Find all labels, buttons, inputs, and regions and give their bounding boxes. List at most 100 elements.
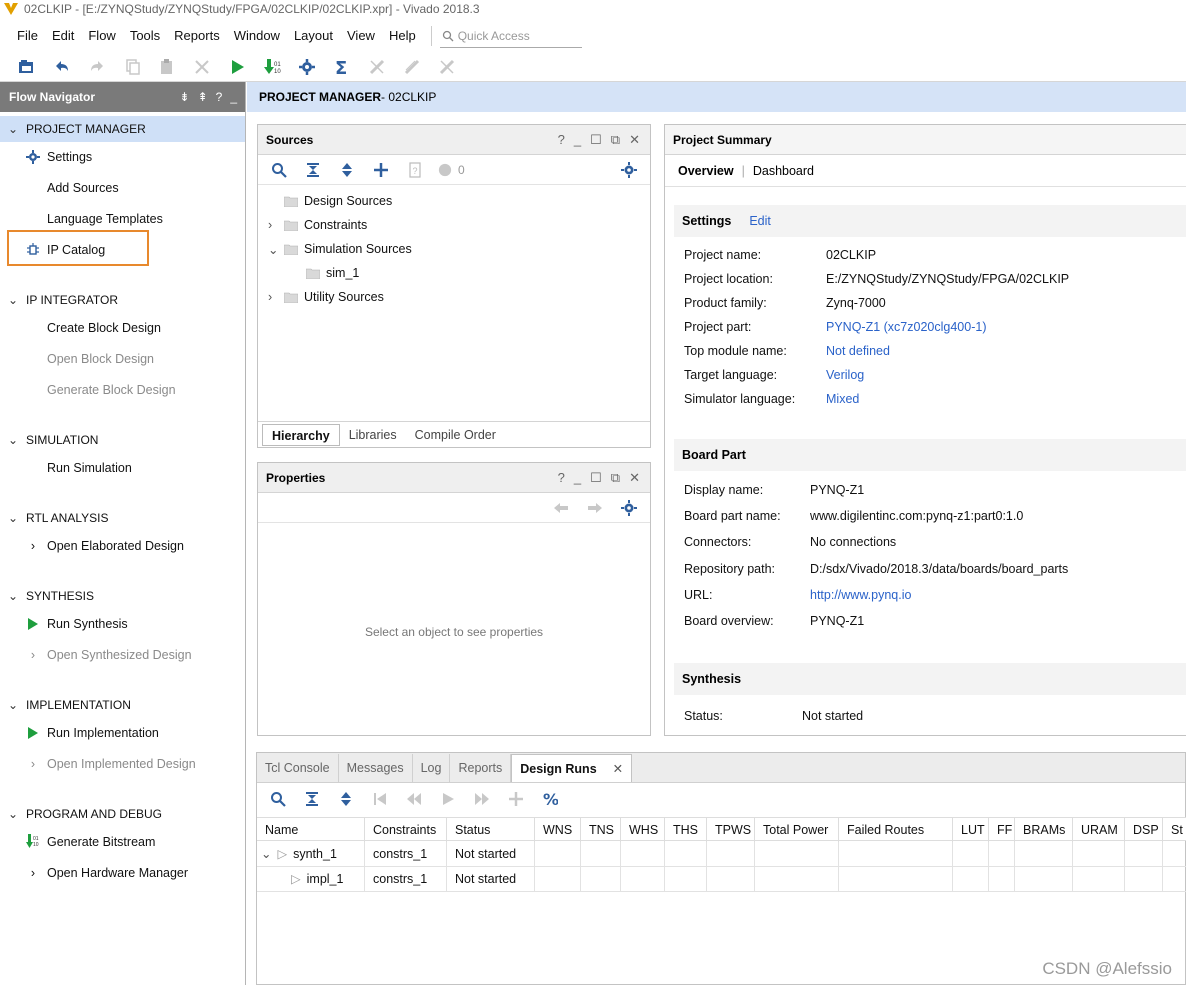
menu-help[interactable]: Help	[382, 23, 423, 49]
section-ip-integrator[interactable]: ⌄ IP INTEGRATOR	[0, 287, 245, 313]
tree-design-sources[interactable]: Design Sources	[268, 190, 392, 212]
maximize-icon[interactable]: ☐	[590, 470, 602, 486]
unknown-file-icon[interactable]: ?	[404, 160, 426, 180]
expand-all-icon[interactable]: ⇞	[198, 90, 208, 104]
column-header-ths[interactable]: THS	[665, 818, 707, 842]
nav-open-elaborated-design[interactable]: › Open Elaborated Design	[25, 535, 184, 557]
settings-value[interactable]: Not defined	[826, 344, 890, 358]
tab-reports[interactable]: Reports	[450, 754, 512, 782]
gear-icon[interactable]	[618, 160, 640, 180]
column-header-lut[interactable]: LUT	[953, 818, 989, 842]
open-project-icon[interactable]	[16, 56, 38, 78]
section-rtl-analysis[interactable]: ⌄ RTL ANALYSIS	[0, 505, 245, 531]
nav-open-implemented-design[interactable]: › Open Implemented Design	[25, 753, 196, 775]
add-run-icon[interactable]	[505, 789, 527, 809]
nav-language-templates[interactable]: Language Templates	[25, 208, 163, 230]
minimize-icon[interactable]: _	[230, 90, 237, 104]
menu-layout[interactable]: Layout	[287, 23, 340, 49]
float-icon[interactable]: ⧉	[611, 132, 620, 148]
section-program-debug[interactable]: ⌄ PROGRAM AND DEBUG	[0, 801, 245, 827]
minimize-icon[interactable]: _	[574, 470, 581, 486]
collapse-all-icon[interactable]: ⇟	[180, 90, 190, 104]
minimize-icon[interactable]: _	[574, 132, 581, 148]
table-row[interactable]: ⌄ ▷ synth_1 constrs_1 Not started	[257, 842, 1186, 867]
chevron-down-icon[interactable]: ⌄	[268, 242, 280, 257]
paste-icon[interactable]	[156, 56, 178, 78]
nav-open-block-design[interactable]: Open Block Design	[25, 348, 154, 370]
nav-settings[interactable]: Settings	[25, 146, 92, 168]
table-row[interactable]: ▷ impl_1 constrs_1 Not started	[257, 867, 1186, 892]
disabled-tool-1-icon[interactable]	[366, 56, 388, 78]
menu-file[interactable]: File	[10, 23, 45, 49]
help-icon[interactable]: ?	[216, 90, 223, 104]
column-header-tpws[interactable]: TPWS	[707, 818, 755, 842]
column-header-constraints[interactable]: Constraints	[365, 818, 447, 842]
settings-value[interactable]: Mixed	[826, 392, 859, 406]
column-header-ff[interactable]: FF	[989, 818, 1015, 842]
menu-flow[interactable]: Flow	[81, 23, 122, 49]
settings-icon[interactable]	[296, 56, 318, 78]
settings-value[interactable]: Verilog	[826, 368, 864, 382]
column-header-brams[interactable]: BRAMs	[1015, 818, 1073, 842]
section-project-manager[interactable]: ⌄ PROJECT MANAGER	[0, 116, 245, 142]
nav-create-block-design[interactable]: Create Block Design	[25, 317, 161, 339]
search-icon[interactable]	[268, 160, 290, 180]
tab-log[interactable]: Log	[413, 754, 451, 782]
close-icon[interactable]: ✕	[613, 762, 623, 776]
run-icon[interactable]	[226, 56, 248, 78]
tab-hierarchy[interactable]: Hierarchy	[262, 423, 340, 446]
tree-constraints[interactable]: › Constraints	[268, 214, 367, 236]
generate-bitstream-icon[interactable]: 01 10	[261, 56, 283, 78]
tab-dashboard[interactable]: Dashboard	[753, 164, 814, 178]
close-icon[interactable]: ✕	[629, 132, 640, 148]
tab-tcl-console[interactable]: Tcl Console	[257, 754, 339, 782]
nav-add-sources[interactable]: Add Sources	[25, 177, 119, 199]
gear-icon[interactable]	[618, 498, 640, 518]
collapse-all-icon[interactable]	[302, 160, 324, 180]
sigma-icon[interactable]: Σ	[331, 56, 353, 78]
tab-design-runs[interactable]: Design Runs ✕	[511, 754, 633, 782]
nav-run-synthesis[interactable]: Run Synthesis	[25, 613, 128, 635]
add-source-icon[interactable]	[370, 160, 392, 180]
menu-window[interactable]: Window	[227, 23, 287, 49]
section-synthesis[interactable]: ⌄ SYNTHESIS	[0, 583, 245, 609]
tree-sim-1[interactable]: sim_1	[290, 262, 359, 284]
previous-icon[interactable]	[403, 789, 425, 809]
menu-view[interactable]: View	[340, 23, 382, 49]
section-implementation[interactable]: ⌄ IMPLEMENTATION	[0, 692, 245, 718]
nav-run-simulation[interactable]: Run Simulation	[25, 457, 132, 479]
help-icon[interactable]: ?	[558, 132, 565, 148]
chevron-right-icon[interactable]: ›	[268, 290, 280, 304]
search-icon[interactable]	[267, 789, 289, 809]
nav-run-implementation[interactable]: Run Implementation	[25, 722, 159, 744]
tree-simulation-sources[interactable]: ⌄ Simulation Sources	[268, 238, 412, 260]
tab-libraries[interactable]: Libraries	[340, 424, 406, 446]
nav-open-synthesized-design[interactable]: › Open Synthesized Design	[25, 644, 192, 666]
settings-edit-link[interactable]: Edit	[749, 214, 771, 228]
tab-messages[interactable]: Messages	[339, 754, 413, 782]
nav-open-hardware-manager[interactable]: › Open Hardware Manager	[25, 862, 188, 884]
help-icon[interactable]: ?	[558, 470, 565, 486]
tab-compile-order[interactable]: Compile Order	[406, 424, 505, 446]
percent-icon[interactable]: %	[539, 789, 561, 809]
launch-run-icon[interactable]	[437, 789, 459, 809]
board-value[interactable]: http://www.pynq.io	[810, 588, 911, 602]
float-icon[interactable]: ⧉	[611, 470, 620, 486]
column-header-tns[interactable]: TNS	[581, 818, 621, 842]
disabled-tool-3-icon[interactable]	[436, 56, 458, 78]
nav-generate-block-design[interactable]: Generate Block Design	[25, 379, 176, 401]
chevron-right-icon[interactable]: ›	[268, 218, 280, 232]
column-header-wns[interactable]: WNS	[535, 818, 581, 842]
undo-icon[interactable]	[51, 56, 73, 78]
column-header-whs[interactable]: WHS	[621, 818, 665, 842]
settings-value[interactable]: PYNQ-Z1 (xc7z020clg400-1)	[826, 320, 986, 334]
column-header-status[interactable]: Status	[447, 818, 535, 842]
redo-icon[interactable]	[86, 56, 108, 78]
copy-icon[interactable]	[121, 56, 143, 78]
messages-badge[interactable]: 0	[438, 160, 478, 180]
chevron-down-icon[interactable]: ⌄	[261, 847, 271, 861]
menu-reports[interactable]: Reports	[167, 23, 227, 49]
expand-all-icon[interactable]	[335, 789, 357, 809]
menu-tools[interactable]: Tools	[123, 23, 167, 49]
column-header-dsp[interactable]: DSP	[1125, 818, 1163, 842]
